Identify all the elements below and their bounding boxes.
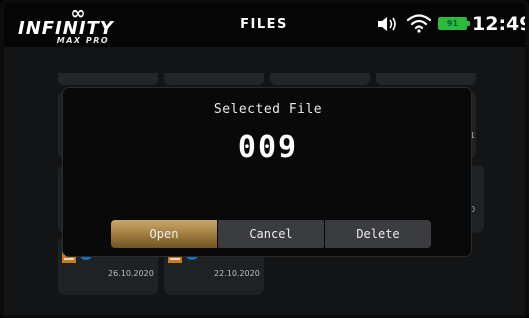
screen: ∞ INFINITY MAX PRO FILES 91 12:49: [4, 3, 525, 315]
battery-tip: [467, 21, 470, 26]
selected-file-number: 009: [237, 130, 299, 165]
delete-button[interactable]: Delete: [325, 220, 431, 248]
clock: 12:49: [472, 13, 525, 35]
brand-logo: ∞ INFINITY MAX PRO: [18, 5, 138, 45]
battery-icon: 91: [438, 17, 470, 31]
wifi-icon[interactable]: [407, 13, 431, 33]
page-title: FILES: [240, 17, 288, 32]
device-bezel: ∞ INFINITY MAX PRO FILES 91 12:49: [0, 0, 529, 318]
selected-file-dialog: Selected File 009 Open Cancel Delete: [62, 87, 472, 257]
cancel-button[interactable]: Cancel: [218, 220, 324, 248]
dialog-title: Selected File: [213, 102, 323, 117]
status-bar: ∞ INFINITY MAX PRO FILES 91 12:49: [4, 3, 525, 47]
battery-level: 91: [438, 17, 467, 30]
open-button[interactable]: Open: [111, 220, 217, 248]
speaker-icon[interactable]: [376, 15, 398, 33]
brand-subtitle: MAX PRO: [56, 36, 110, 45]
